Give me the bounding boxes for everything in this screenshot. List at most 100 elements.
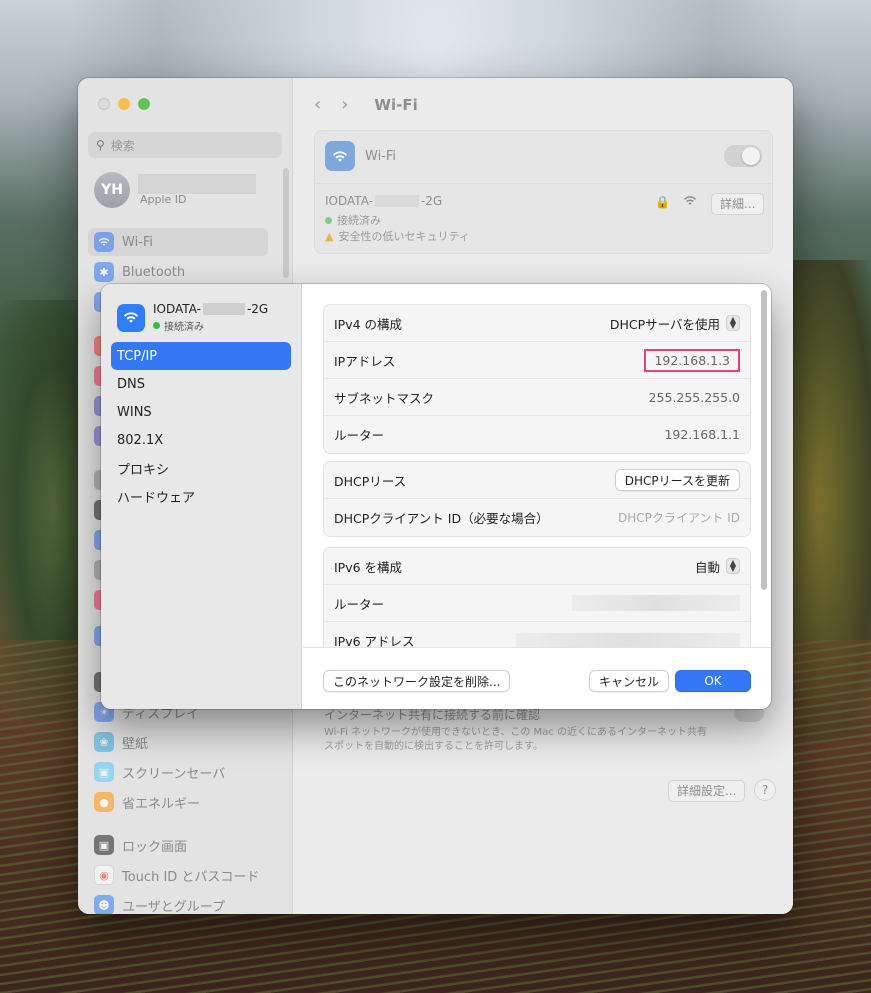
minimize-button[interactable] — [118, 98, 130, 110]
sheet-status-text: 接続済み — [164, 322, 204, 333]
tab-dns[interactable]: DNS — [111, 370, 291, 398]
sidebar-item-energy[interactable]: ● 省エネルギー — [88, 788, 268, 816]
close-button[interactable] — [98, 98, 110, 110]
ipv6-address-row: IPv6 アドレス — [324, 622, 750, 647]
sidebar-item-screensaver[interactable]: ▣ スクリーンセーバ — [88, 758, 268, 786]
subnet-row: サブネットマスク 255.255.255.0 — [324, 379, 750, 416]
wifi-card: Wi-Fi IODATA- -2G 接続済み ▲ 安全性の低いセキュリティ 🔒 … — [314, 130, 773, 254]
hotspot-desc-line1: Wi-Fi ネットワークが使用できないとき、この Mac の近くにあるインターネ… — [324, 727, 707, 738]
tab-proxy[interactable]: プロキシ — [111, 454, 291, 482]
wifi-signal-icon — [683, 195, 697, 209]
status-dot-icon — [325, 216, 332, 224]
router-label: ルーター — [334, 428, 385, 443]
search-placeholder: 検索 — [110, 138, 135, 153]
ipv6-address-redacted — [516, 632, 740, 647]
delete-network-button[interactable]: このネットワーク設定を削除... — [323, 670, 511, 692]
tab-tcpip[interactable]: TCP/IP — [111, 342, 291, 370]
chevron-updown-icon: ▲ ▼ — [726, 315, 740, 331]
ip-address-value: 192.168.1.3 — [644, 348, 740, 372]
wifi-toggle[interactable] — [724, 145, 762, 167]
status-text: 接続済み — [337, 214, 381, 227]
sheet-network-name-prefix: IODATA- — [153, 302, 201, 316]
wifi-header: Wi-Fi — [325, 141, 396, 171]
back-icon[interactable]: ‹ — [314, 94, 321, 115]
ipv4-config-value: DHCPサーバを使用 — [609, 316, 720, 332]
subnet-value: 255.255.255.0 — [648, 389, 740, 405]
sheet-network-header: IODATA- -2G 接続済み — [117, 302, 268, 333]
wallpaper-icon: ❀ — [94, 732, 114, 752]
page-title: Wi-Fi — [374, 95, 418, 114]
screensaver-icon: ▣ — [94, 762, 114, 782]
help-button[interactable]: ? — [754, 779, 776, 801]
tab-8021x[interactable]: 802.1X — [111, 426, 291, 454]
ipv4-config-select[interactable]: DHCPサーバを使用 ▲ ▼ — [610, 314, 740, 333]
divider — [315, 183, 772, 184]
ipv6-address-label: IPv6 アドレス — [334, 634, 415, 647]
sidebar-item-users[interactable]: ☻ ユーザとグループ — [88, 891, 268, 914]
zoom-button[interactable] — [138, 98, 150, 110]
fingerprint-icon: ◉ — [94, 865, 114, 885]
ipv6-config-row: IPv6 を構成 自動 ▲ ▼ — [324, 548, 750, 585]
ipv6-config-label: IPv6 を構成 — [334, 559, 403, 575]
ipv6-router-label: ルーター — [334, 596, 385, 612]
forward-icon[interactable]: › — [341, 94, 348, 115]
toolbar-nav: ‹ › Wi-Fi — [314, 94, 418, 115]
tab-wins[interactable]: WINS — [111, 398, 291, 426]
sheet-scrollbar[interactable] — [761, 290, 767, 590]
wifi-icon — [117, 303, 145, 332]
dhcp-client-id-label: DHCPクライアント ID（必要な場合） — [334, 511, 549, 526]
ipv4-config-row: IPv4 の構成 DHCPサーバを使用 ▲ ▼ — [324, 305, 750, 342]
sidebar-item-label: 壁紙 — [122, 736, 149, 752]
sidebar-item-lock-screen[interactable]: ▣ ロック画面 — [88, 831, 268, 859]
advanced-button[interactable]: 詳細設定... — [668, 780, 746, 802]
window-controls — [98, 98, 150, 110]
bluetooth-icon: ✱ — [94, 262, 114, 282]
sheet-footer: このネットワーク設定を削除... キャンセル OK — [303, 647, 771, 709]
warning-text: 安全性の低いセキュリティ — [338, 230, 470, 243]
ok-button[interactable]: OK — [675, 670, 751, 692]
network-name: IODATA- -2G — [325, 194, 442, 208]
network-name-redacted — [374, 195, 419, 207]
sidebar-item-label: スクリーンセーバ — [122, 766, 226, 782]
subnet-label: サブネットマスク — [334, 390, 435, 406]
dhcp-client-id-input[interactable]: DHCPクライアント ID — [618, 509, 740, 526]
sheet-sidebar: IODATA- -2G 接続済み TCP/IP DNS WINS 802.1X … — [101, 284, 302, 709]
network-status: 接続済み — [325, 212, 381, 228]
sheet-network-status: 接続済み — [153, 318, 268, 333]
ipv6-router-row: ルーター — [324, 585, 750, 622]
sidebar-item-wifi[interactable]: Wi-Fi — [88, 228, 268, 256]
dhcp-lease-label: DHCPリース — [334, 473, 407, 489]
ipv4-config-label: IPv4 の構成 — [334, 316, 403, 332]
renew-dhcp-button[interactable]: DHCPリースを更新 — [614, 469, 740, 491]
apple-id-label: Apple ID — [140, 193, 187, 206]
security-warning: ▲ 安全性の低いセキュリティ — [325, 228, 470, 244]
sheet-network-name-redacted — [202, 303, 245, 315]
avatar: YH — [94, 172, 130, 208]
search-icon: ⚲ — [96, 138, 105, 152]
hotspot-desc-line2: スポットを自動的に検出することを許可します。 — [324, 741, 543, 752]
account-name-redacted — [138, 174, 256, 194]
sidebar-item-wallpaper[interactable]: ❀ 壁紙 — [88, 728, 268, 756]
details-button[interactable]: 詳細... — [711, 193, 765, 215]
cancel-button[interactable]: キャンセル — [589, 670, 670, 692]
ipv6-config-select[interactable]: 自動 ▲ ▼ — [695, 557, 740, 576]
sidebar-item-label: Touch ID とパスコード — [122, 869, 260, 885]
sidebar-scrollbar[interactable] — [283, 168, 289, 278]
lock-icon: ▣ — [94, 835, 114, 855]
network-details-sheet: IODATA- -2G 接続済み TCP/IP DNS WINS 802.1X … — [101, 284, 771, 709]
wifi-icon — [94, 232, 114, 252]
sidebar-item-label: Wi-Fi — [122, 234, 154, 250]
sidebar-item-bluetooth[interactable]: ✱ Bluetooth — [88, 258, 268, 286]
energy-icon: ● — [94, 792, 114, 812]
warning-icon: ▲ — [325, 229, 334, 243]
status-dot-icon — [153, 322, 160, 329]
router-value: 192.168.1.1 — [664, 427, 740, 442]
sheet-network-info: IODATA- -2G 接続済み — [153, 302, 268, 333]
sidebar-item-label: ロック画面 — [122, 839, 188, 855]
dhcp-lease-row: DHCPリース DHCPリースを更新 — [324, 462, 750, 499]
wifi-icon — [325, 141, 355, 171]
lock-icon: 🔒 — [655, 195, 670, 209]
tab-hardware[interactable]: ハードウェア — [111, 482, 291, 510]
sidebar-search[interactable]: ⚲ 検索 — [88, 132, 282, 158]
sidebar-item-touch-id[interactable]: ◉ Touch ID とパスコード — [88, 861, 268, 889]
